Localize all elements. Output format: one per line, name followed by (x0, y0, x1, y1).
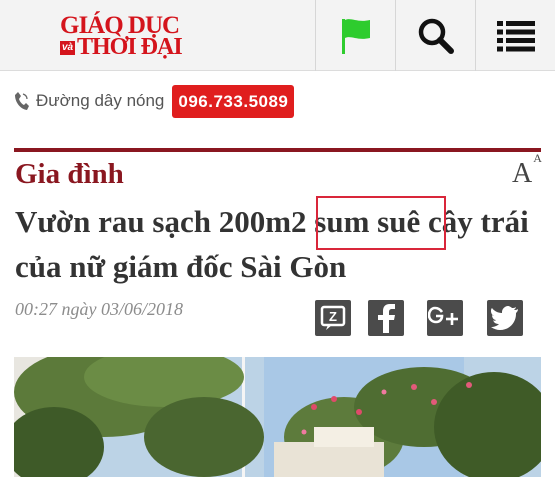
menu-button[interactable] (475, 0, 555, 71)
font-size-icon: A (512, 158, 533, 189)
article-title: Vườn rau sạch 200m2 sum suê cây trái của… (15, 199, 545, 289)
menu-icon (496, 20, 535, 51)
flag-button[interactable] (315, 0, 395, 71)
garden-photo-image (14, 357, 541, 477)
search-icon (418, 18, 454, 54)
hotline-number[interactable]: 096.733.5089 (172, 84, 295, 118)
site-header: GIÁO DỤC và THỜI ĐẠI (0, 0, 555, 71)
google-plus-icon (428, 306, 458, 325)
share-twitter-button[interactable] (487, 300, 523, 336)
flag-icon (341, 18, 370, 54)
article-category[interactable]: Gia đình (15, 158, 124, 191)
logo-line2: THỜI ĐẠI (77, 34, 183, 60)
font-size-button[interactable]: AA (512, 151, 542, 190)
zalo-icon: Z (320, 305, 346, 330)
site-logo[interactable]: GIÁO DỤC và THỜI ĐẠI (56, 10, 206, 62)
share-zalo-button[interactable]: Z (315, 300, 351, 336)
twitter-icon (491, 306, 518, 330)
highlight-box (316, 196, 446, 250)
share-facebook-button[interactable] (368, 300, 404, 336)
article-photo[interactable] (14, 357, 541, 477)
zalo-letter: Z (329, 309, 337, 324)
font-size-icon-sup: A (533, 150, 542, 165)
hotline-label: Đường dây nóng (36, 91, 165, 110)
title-part-1: Vườn rau sạch 200m2 (15, 204, 315, 239)
search-button[interactable] (395, 0, 475, 71)
share-google-plus-button[interactable] (427, 300, 463, 336)
article-date: 00:27 ngày 03/06/2018 (15, 299, 183, 319)
phone-icon (15, 92, 29, 110)
category-divider (14, 148, 541, 152)
logo-va: và (60, 41, 76, 55)
hotline-bar: Đường dây nóng 096.733.5089 (14, 84, 295, 118)
facebook-icon (378, 304, 395, 333)
